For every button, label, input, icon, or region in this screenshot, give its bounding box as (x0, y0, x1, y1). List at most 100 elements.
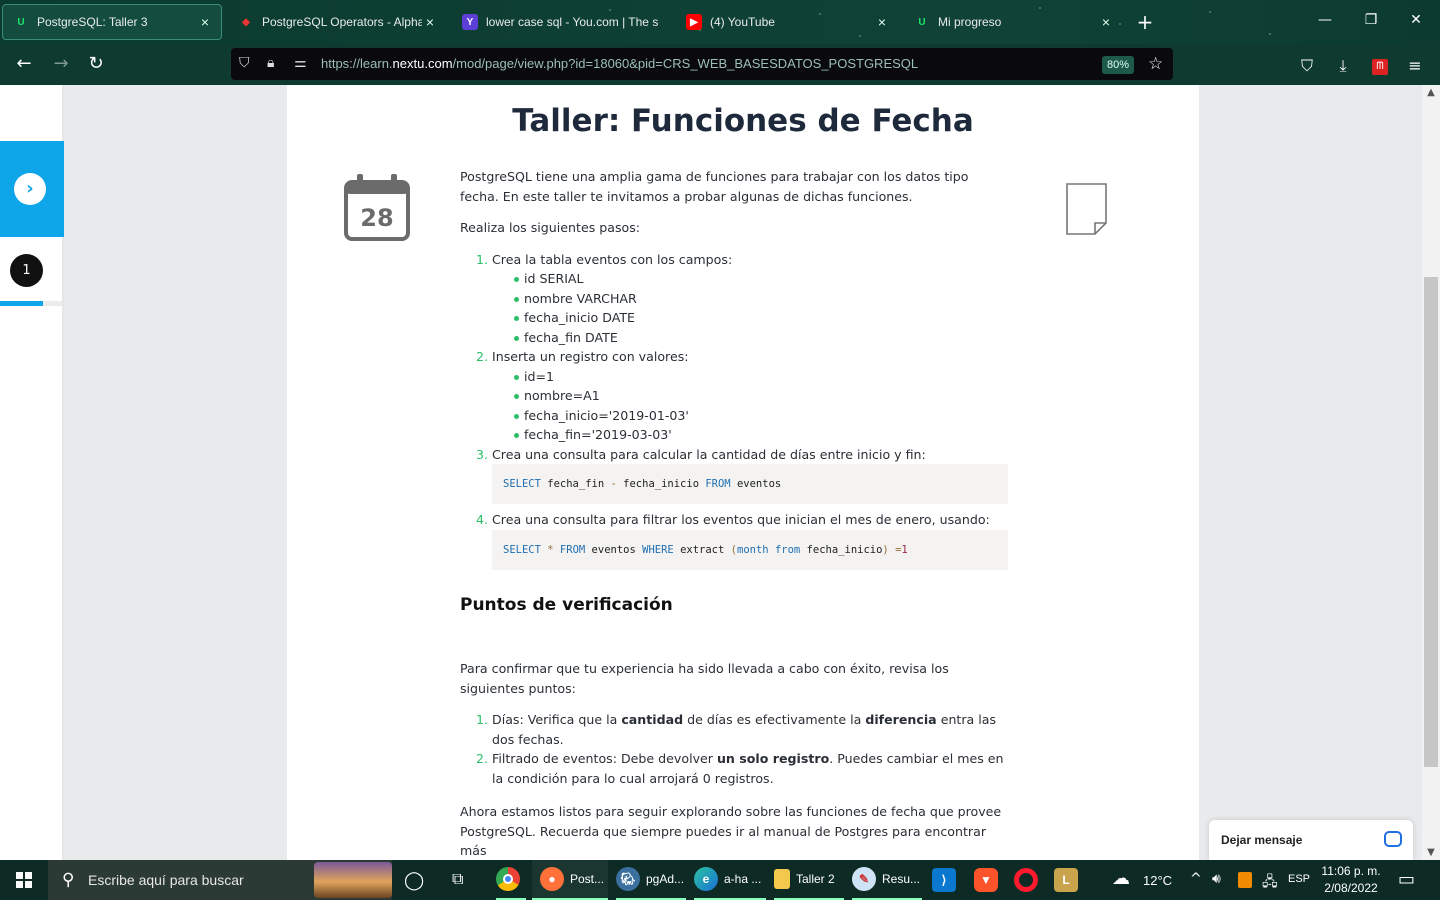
pocket-icon[interactable]: ⛉ (1297, 56, 1317, 76)
tab-youtube[interactable]: ▶ (4) YouTube × (676, 4, 898, 40)
address-bar[interactable]: ⛉ 🔒︎ ⚌ https://learn.nextu.com/mod/page/… (231, 48, 1173, 80)
app-tray-icon[interactable] (1238, 872, 1252, 888)
chat-widget[interactable]: Dejar mensaje (1209, 820, 1413, 860)
list-item: Filtrado de eventos: Debe devolver un so… (476, 749, 1004, 786)
navigation-bar: ← → ↻ ⛉ 🔒︎ ⚌ https://learn.nextu.com/mod… (0, 44, 1440, 85)
list-item: Crea la tabla eventos con los campos: id… (476, 250, 1008, 348)
lesson-content: PostgreSQL tiene una amplia gama de func… (460, 167, 1008, 860)
weather-cloud-icon[interactable]: ☁ (1112, 868, 1130, 889)
menu-icon[interactable]: ≡ (1405, 56, 1425, 75)
league-client-icon[interactable]: L (1054, 860, 1084, 900)
taskbar-app-edge[interactable]: e a-ha ... (694, 860, 766, 900)
new-tab-button[interactable]: + (1136, 10, 1154, 34)
close-icon[interactable]: × (197, 14, 213, 30)
tab-label: PostgreSQL Operators - AlphaC (262, 15, 422, 29)
brave-icon[interactable]: ▼ (974, 860, 1004, 900)
tab-postgresql-operators[interactable]: ◆ PostgreSQL Operators - AlphaC × (228, 4, 446, 40)
list-item: fecha_fin DATE (514, 328, 1008, 348)
tab-you-com[interactable]: Y lower case sql - You.com | The s (452, 4, 672, 40)
scroll-up-icon[interactable]: ▲ (1424, 87, 1438, 98)
step-text: Inserta un registro con valores: (492, 349, 689, 364)
windows-taskbar: ⚲ Escribe aquí para buscar ◯ ⧉ ● Post...… (0, 860, 1440, 900)
taskbar-app-firefox[interactable]: ● Post... (532, 860, 608, 900)
widgets-icon[interactable]: ⧉ (452, 860, 463, 900)
values-list: id=1 nombre=A1 fecha_inicio='2019-01-03'… (514, 367, 1008, 445)
zoom-badge[interactable]: 80% (1102, 56, 1135, 74)
list-item: nombre=A1 (514, 386, 1008, 406)
progress-bar (0, 301, 43, 306)
forward-icon[interactable]: → (50, 54, 72, 74)
document-icon[interactable] (1066, 183, 1108, 235)
scroll-down-icon[interactable]: ▼ (1424, 847, 1438, 858)
chat-bubble-icon[interactable] (1384, 831, 1402, 847)
restore-icon[interactable]: ❐ (1361, 12, 1381, 28)
reload-icon[interactable]: ↻ (85, 54, 107, 74)
calendar-icon: 28 (344, 174, 410, 241)
windows-start-icon[interactable] (0, 860, 48, 900)
extension-icon[interactable]: ᗰ (1370, 54, 1390, 75)
chrome-icon[interactable] (496, 860, 526, 900)
page-viewport: › 1 Taller: Funciones de Fecha 28 Postgr… (0, 85, 1440, 860)
tab-label: (4) YouTube (710, 15, 775, 29)
close-icon[interactable]: × (1098, 14, 1114, 30)
volume-icon[interactable]: 🔊︎ (1212, 871, 1221, 887)
bookmark-star-icon[interactable]: ☆ (1148, 54, 1163, 74)
steps-list: Crea la tabla eventos con los campos: id… (476, 250, 1008, 570)
search-icon: ⚲ (62, 870, 75, 890)
step-number-badge[interactable]: 1 (10, 254, 43, 287)
clock-time[interactable]: 11:06 p. m. (1318, 864, 1384, 878)
shield-icon[interactable]: ⛉ (239, 55, 250, 71)
taskbar-search[interactable]: ⚲ Escribe aquí para buscar (48, 860, 392, 900)
weather-temperature[interactable]: 12°C (1143, 873, 1172, 888)
window-close-icon[interactable]: ✕ (1406, 12, 1426, 28)
tray-chevron-up-icon[interactable]: ^ (1190, 871, 1202, 887)
close-icon[interactable]: × (874, 14, 890, 30)
fields-list: id SERIAL nombre VARCHAR fecha_inicio DA… (514, 269, 1008, 348)
tab-label: lower case sql - You.com | The s (486, 15, 659, 29)
you-com-icon: Y (462, 14, 478, 30)
intro-paragraph: PostgreSQL tiene una amplia gama de func… (460, 169, 969, 204)
udemy-u-icon: U (918, 16, 926, 28)
network-icon[interactable]: 🖧︎ (1262, 871, 1278, 895)
sidebar-toggle-button[interactable]: › (0, 141, 64, 237)
language-indicator[interactable]: ESP (1288, 873, 1310, 885)
code-block[interactable]: SELECT fecha_fin - fecha_inicio FROM eve… (492, 464, 1008, 504)
download-icon[interactable]: ⤓ (1333, 56, 1353, 76)
list-item: Días: Verifica que la cantidad de días e… (476, 710, 997, 747)
tab-strip: U PostgreSQL: Taller 3 × ◆ PostgreSQL Op… (0, 0, 1440, 44)
taskbar-app-paint[interactable]: ✎ Resu... (852, 860, 922, 900)
taskbar-app-folder[interactable]: Taller 2 (774, 860, 844, 900)
step-text: Crea una consulta para calcular la canti… (492, 446, 926, 462)
calendar-day: 28 (360, 204, 393, 232)
tab-postgresql-taller[interactable]: U PostgreSQL: Taller 3 × (2, 4, 222, 40)
permissions-icon[interactable]: ⚌ (294, 55, 307, 71)
task-view-icon[interactable]: ◯ (404, 860, 424, 900)
chat-label[interactable]: Dejar mensaje (1221, 833, 1302, 847)
scrollbar-thumb[interactable] (1424, 277, 1438, 767)
list-item: id SERIAL (514, 269, 1008, 289)
firefox-icon: ● (540, 867, 564, 891)
opera-icon[interactable] (1014, 860, 1044, 900)
list-item: id=1 (514, 367, 1008, 387)
lock-icon[interactable]: 🔒︎ (267, 55, 274, 71)
notifications-icon[interactable]: ▭ (1398, 869, 1415, 890)
url-text[interactable]: https://learn.nextu.com/mod/page/view.ph… (321, 56, 918, 71)
vscode-icon[interactable]: ⟩ (932, 860, 962, 900)
search-highlight-image (314, 862, 392, 898)
tab-mi-progreso[interactable]: U Mi progreso × (904, 4, 1122, 40)
taskbar-app-pgadmin[interactable]: 🐘︎ pgAd... (616, 860, 686, 900)
tab-label: Mi progreso (938, 15, 1002, 29)
steps-intro: Realiza los siguientes pasos: (460, 220, 641, 235)
search-input[interactable]: Escribe aquí para buscar (88, 872, 244, 888)
close-icon[interactable]: × (422, 14, 438, 30)
edge-icon: e (694, 867, 718, 891)
code-block[interactable]: SELECT * FROM eventos WHERE extract (mon… (492, 529, 1008, 570)
minimize-icon[interactable]: — (1315, 12, 1335, 28)
postgres-tutorial-icon: ◆ (242, 16, 250, 28)
chevron-right-icon: › (14, 173, 46, 205)
list-item: fecha_inicio='2019-01-03' (514, 406, 1008, 426)
back-icon[interactable]: ← (13, 54, 35, 74)
step-text: Crea la tabla eventos con los campos: (492, 251, 733, 267)
clock-date[interactable]: 2/08/2022 (1318, 881, 1384, 895)
page-title: Taller: Funciones de Fecha (512, 103, 974, 139)
